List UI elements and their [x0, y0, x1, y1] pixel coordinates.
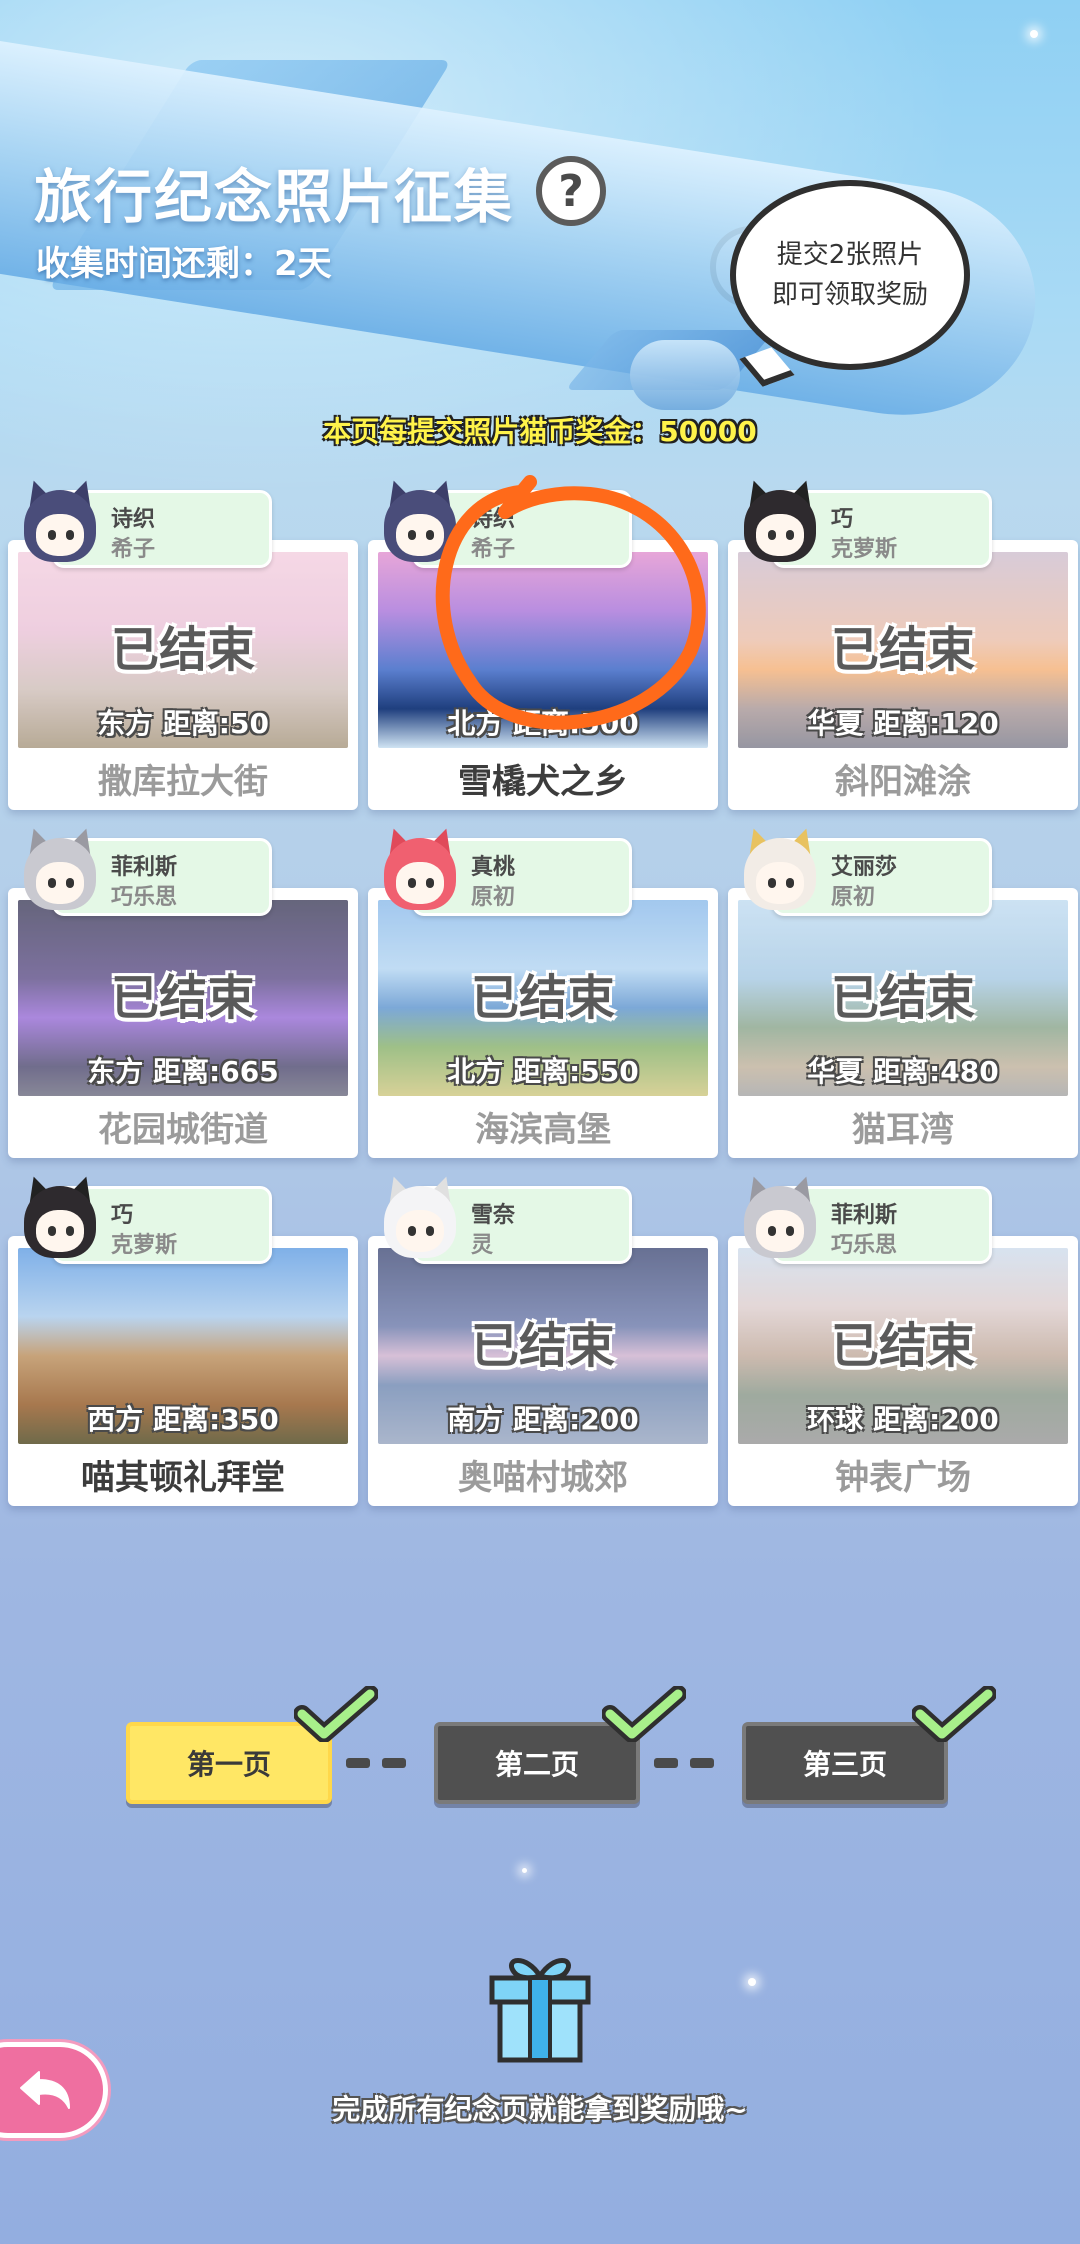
card-location-name: 花园城街道 [98, 1110, 268, 1150]
character-subname: 巧乐思 [831, 1233, 898, 1258]
page-2-label: 第二页 [494, 1748, 579, 1781]
card-location-name: 奥喵村城郊 [458, 1458, 628, 1498]
card-distance: 北方 距离:500 [447, 707, 639, 740]
photo-card[interactable]: 已结束 南方 距离:200 奥喵村城郊 雪奈 灵 [368, 1172, 718, 1506]
back-arrow-icon [20, 2071, 70, 2109]
page-3-label: 第三页 [802, 1748, 887, 1781]
character-subname: 灵 [471, 1233, 494, 1258]
pager-connector [382, 1758, 406, 1768]
back-button[interactable] [0, 2042, 108, 2138]
character-subname: 克萝斯 [831, 537, 898, 562]
photo-card[interactable]: 西方 距离:350 喵其顿礼拜堂 巧 克萝斯 [8, 1172, 358, 1506]
coin-bonus-text: 本页每提交照片猫币奖金：50000 [323, 415, 757, 448]
card-status: 已结束 [110, 970, 255, 1026]
card-distance: 西方 距离:350 [87, 1403, 279, 1436]
checkmark-icon [294, 1686, 378, 1742]
character-name: 菲利斯 [831, 1203, 898, 1228]
character-name: 巧 [831, 507, 854, 532]
character-name: 巧 [111, 1203, 134, 1228]
page-1-label: 第一页 [186, 1748, 271, 1781]
card-distance: 南方 距离:200 [447, 1403, 639, 1436]
character-avatar [378, 824, 462, 920]
photo-card[interactable]: 已结束 环球 距离:200 钟表广场 菲利斯 巧乐思 [728, 1172, 1078, 1506]
card-location-name: 斜阳滩涂 [835, 762, 971, 802]
character-avatar [18, 476, 102, 572]
reward-hint: 完成所有纪念页就能拿到奖励哦~ [332, 2093, 748, 2126]
character-avatar [738, 476, 822, 572]
plane-engine-decoration [630, 340, 740, 410]
photo-card[interactable]: 已结束 华夏 距离:480 猫耳湾 艾丽莎 原初 [728, 824, 1078, 1158]
character-subname: 原初 [831, 885, 876, 910]
card-distance: 东方 距离:665 [87, 1055, 279, 1088]
photo-card[interactable]: 已结束 东方 距离:665 花园城街道 菲利斯 巧乐思 [8, 824, 358, 1158]
character-avatar [18, 824, 102, 920]
character-subname: 希子 [471, 537, 516, 562]
character-name: 艾丽莎 [831, 855, 898, 880]
sparkle-decoration [522, 1868, 527, 1873]
card-location-name: 猫耳湾 [852, 1110, 954, 1150]
character-name: 雪奈 [471, 1203, 516, 1228]
checkmark-icon [912, 1686, 996, 1742]
card-status: 已结束 [830, 1318, 975, 1374]
card-status: 已结束 [110, 622, 255, 678]
card-location-name: 喵其顿礼拜堂 [81, 1458, 285, 1498]
character-avatar [738, 824, 822, 920]
card-location-name: 雪橇犬之乡 [458, 762, 628, 802]
photo-card[interactable]: 已结束 华夏 距离:120 斜阳滩涂 巧 克萝斯 [728, 476, 1078, 810]
checkmark-icon [602, 1686, 686, 1742]
character-name: 诗织 [111, 507, 156, 532]
character-avatar [378, 476, 462, 572]
character-name: 菲利斯 [111, 855, 178, 880]
character-subname: 克萝斯 [111, 1233, 178, 1258]
card-status: 已结束 [830, 970, 975, 1026]
sparkle-decoration [1030, 30, 1038, 38]
character-avatar [738, 1172, 822, 1268]
card-distance: 华夏 距离:480 [807, 1055, 999, 1088]
bubble-line-2: 即可领取奖励 [771, 280, 928, 310]
card-status: 已结束 [830, 622, 975, 678]
help-button[interactable]: ? [536, 156, 606, 226]
character-avatar [18, 1172, 102, 1268]
card-location-name: 撒库拉大街 [98, 762, 268, 802]
pager-connector [346, 1758, 370, 1768]
card-distance: 东方 距离:50 [97, 707, 269, 740]
photo-card[interactable]: 已结束 东方 距离:50 撒库拉大街 诗织 希子 [8, 476, 358, 810]
question-icon: ? [558, 165, 584, 217]
card-distance: 华夏 距离:120 [807, 707, 999, 740]
character-subname: 原初 [471, 885, 516, 910]
pager-connector [690, 1758, 714, 1768]
pager-connector [654, 1758, 678, 1768]
photo-card[interactable]: 北方 距离:500 雪橇犬之乡 诗织 希子 [368, 476, 718, 810]
speech-bubble: 提交2张照片 即可领取奖励 [710, 180, 970, 370]
card-status: 已结束 [470, 1318, 615, 1374]
photo-card[interactable]: 已结束 北方 距离:550 海滨高堡 真桃 原初 [368, 824, 718, 1158]
character-subname: 希子 [111, 537, 156, 562]
time-remaining: 收集时间还剩：2天 [36, 244, 332, 284]
bubble-line-1: 提交2张照片 [776, 240, 924, 270]
character-avatar [378, 1172, 462, 1268]
card-distance: 北方 距离:550 [447, 1055, 639, 1088]
sparkle-decoration [748, 1978, 756, 1986]
card-distance: 环球 距离:200 [807, 1403, 999, 1436]
character-name: 真桃 [471, 855, 516, 880]
character-subname: 巧乐思 [111, 885, 178, 910]
card-status: 已结束 [470, 970, 615, 1026]
page-title: 旅行纪念照片征集 [34, 163, 515, 231]
character-name: 诗织 [471, 507, 516, 532]
card-location-name: 钟表广场 [835, 1458, 971, 1498]
gift-icon[interactable] [486, 1950, 594, 2066]
card-location-name: 海滨高堡 [475, 1110, 611, 1150]
